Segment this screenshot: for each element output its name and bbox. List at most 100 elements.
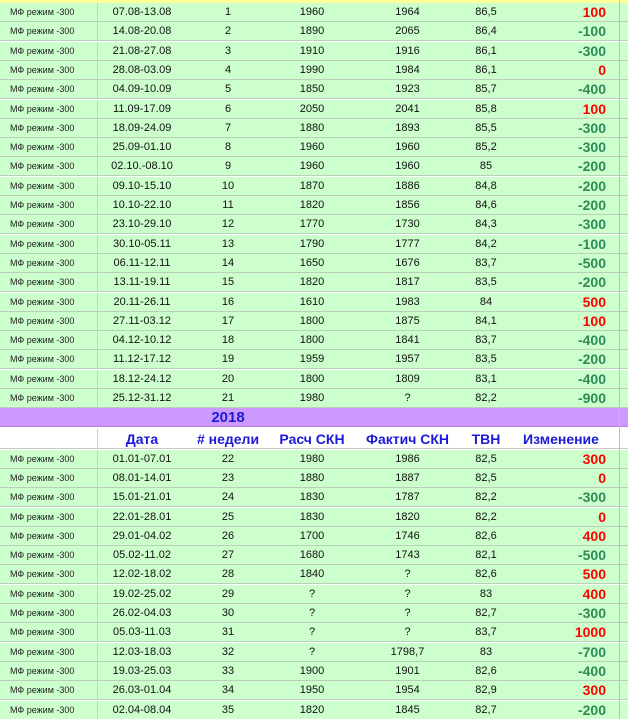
- date-range-cell[interactable]: 08.01-14.01: [98, 469, 186, 487]
- date-range-cell[interactable]: 13.11-19.11: [98, 273, 186, 291]
- calc-skn-cell[interactable]: 1830: [270, 508, 354, 526]
- week-number-cell[interactable]: 20: [186, 370, 270, 388]
- mode-label-cell[interactable]: МФ режим -300: [0, 661, 98, 680]
- fact-skn-cell[interactable]: 1875: [354, 312, 461, 330]
- mode-label-cell[interactable]: МФ режим -300: [0, 331, 98, 350]
- fact-skn-cell[interactable]: 1886: [354, 177, 461, 195]
- date-range-cell[interactable]: 27.11-03.12: [98, 312, 186, 330]
- tvn-cell[interactable]: 82,1: [461, 546, 511, 564]
- change-cell[interactable]: -500: [511, 254, 606, 272]
- week-number-cell[interactable]: 3: [186, 42, 270, 60]
- fact-skn-cell[interactable]: 1916: [354, 42, 461, 60]
- mode-label-cell[interactable]: МФ режим -300: [0, 369, 98, 388]
- tvn-cell[interactable]: 84,2: [461, 235, 511, 253]
- tvn-cell[interactable]: 82,7: [461, 701, 511, 719]
- date-range-cell[interactable]: 14.08-20.08: [98, 22, 186, 40]
- change-cell[interactable]: -200: [511, 196, 606, 214]
- calc-skn-cell[interactable]: 1800: [270, 312, 354, 330]
- change-cell[interactable]: -500: [511, 546, 606, 564]
- calc-skn-cell[interactable]: 1990: [270, 61, 354, 79]
- mode-label-cell[interactable]: МФ режим -300: [0, 99, 98, 118]
- date-range-cell[interactable]: 02.04-08.04: [98, 701, 186, 719]
- change-cell[interactable]: -300: [511, 604, 606, 622]
- date-range-cell[interactable]: 07.08-13.08: [98, 3, 186, 21]
- date-range-cell[interactable]: 11.09-17.09: [98, 100, 186, 118]
- calc-skn-cell[interactable]: 1820: [270, 273, 354, 291]
- change-cell[interactable]: -400: [511, 370, 606, 388]
- mode-label-cell[interactable]: МФ режим -300: [0, 60, 98, 79]
- mode-label-cell[interactable]: МФ режим -300: [0, 196, 98, 214]
- mode-label-cell[interactable]: МФ режим -300: [0, 253, 98, 272]
- date-range-cell[interactable]: 12.02-18.02: [98, 565, 186, 583]
- mode-label-cell[interactable]: МФ режим -300: [0, 292, 98, 311]
- fact-skn-cell[interactable]: 1957: [354, 350, 461, 368]
- tvn-cell[interactable]: 86,4: [461, 22, 511, 40]
- date-range-cell[interactable]: 26.02-04.03: [98, 604, 186, 622]
- mode-label-cell[interactable]: МФ режим -300: [0, 468, 98, 487]
- mode-label-cell[interactable]: МФ режим -300: [0, 526, 98, 545]
- date-range-cell[interactable]: 18.09-24.09: [98, 119, 186, 137]
- mode-label-cell[interactable]: МФ режим -300: [0, 350, 98, 369]
- mode-label-cell[interactable]: МФ режим -300: [0, 273, 98, 292]
- week-number-cell[interactable]: 2: [186, 22, 270, 40]
- date-range-cell[interactable]: 10.10-22.10: [98, 196, 186, 214]
- calc-skn-cell[interactable]: 1880: [270, 119, 354, 137]
- calc-skn-cell[interactable]: 1890: [270, 22, 354, 40]
- fact-skn-cell[interactable]: 1730: [354, 215, 461, 233]
- change-cell[interactable]: -200: [511, 350, 606, 368]
- week-number-cell[interactable]: 1: [186, 3, 270, 21]
- week-number-cell[interactable]: 14: [186, 254, 270, 272]
- tvn-cell[interactable]: 84: [461, 293, 511, 311]
- date-range-cell[interactable]: 04.12-10.12: [98, 331, 186, 349]
- week-number-cell[interactable]: 6: [186, 100, 270, 118]
- mode-label-cell[interactable]: МФ режим -300: [0, 565, 98, 584]
- date-range-cell[interactable]: 05.02-11.02: [98, 546, 186, 564]
- date-range-cell[interactable]: 02.10.-08.10: [98, 157, 186, 175]
- calc-skn-cell[interactable]: 1960: [270, 3, 354, 21]
- date-range-cell[interactable]: 25.09-01.10: [98, 138, 186, 156]
- week-number-cell[interactable]: 21: [186, 389, 270, 407]
- date-range-cell[interactable]: 29.01-04.02: [98, 527, 186, 545]
- fact-skn-cell[interactable]: 1901: [354, 662, 461, 680]
- change-cell[interactable]: -300: [511, 42, 606, 60]
- calc-skn-cell[interactable]: 1680: [270, 546, 354, 564]
- change-cell[interactable]: -300: [511, 119, 606, 137]
- change-cell[interactable]: -400: [511, 331, 606, 349]
- week-number-cell[interactable]: 32: [186, 643, 270, 661]
- tvn-cell[interactable]: 82,6: [461, 565, 511, 583]
- calc-skn-cell[interactable]: 1610: [270, 293, 354, 311]
- week-number-cell[interactable]: 18: [186, 331, 270, 349]
- date-range-cell[interactable]: 28.08-03.09: [98, 61, 186, 79]
- tvn-cell[interactable]: 82,6: [461, 527, 511, 545]
- date-range-cell[interactable]: 25.12-31.12: [98, 389, 186, 407]
- week-number-cell[interactable]: 23: [186, 469, 270, 487]
- tvn-cell[interactable]: 82,2: [461, 508, 511, 526]
- change-cell[interactable]: -900: [511, 389, 606, 407]
- tvn-cell[interactable]: 82,2: [461, 488, 511, 506]
- fact-skn-cell[interactable]: 1743: [354, 546, 461, 564]
- week-number-cell[interactable]: 27: [186, 546, 270, 564]
- change-cell[interactable]: -200: [511, 177, 606, 195]
- tvn-cell[interactable]: 84,8: [461, 177, 511, 195]
- week-number-cell[interactable]: 33: [186, 662, 270, 680]
- tvn-cell[interactable]: 85,2: [461, 138, 511, 156]
- change-cell[interactable]: -400: [511, 80, 606, 98]
- change-cell[interactable]: 400: [511, 527, 606, 545]
- calc-skn-cell[interactable]: 1910: [270, 42, 354, 60]
- date-range-cell[interactable]: 04.09-10.09: [98, 80, 186, 98]
- change-cell[interactable]: -100: [511, 22, 606, 40]
- tvn-cell[interactable]: 83,5: [461, 273, 511, 291]
- date-range-cell[interactable]: 09.10-15.10: [98, 177, 186, 195]
- calc-skn-cell[interactable]: ?: [270, 643, 354, 661]
- tvn-cell[interactable]: 82,5: [461, 469, 511, 487]
- mode-label-cell[interactable]: МФ режим -300: [0, 234, 98, 253]
- change-cell[interactable]: -300: [511, 215, 606, 233]
- tvn-cell[interactable]: 84,1: [461, 312, 511, 330]
- mode-label-cell[interactable]: МФ режим -300: [0, 176, 98, 195]
- fact-skn-cell[interactable]: 1817: [354, 273, 461, 291]
- tvn-cell[interactable]: 85,5: [461, 119, 511, 137]
- mode-label-cell[interactable]: МФ режим -300: [0, 642, 98, 661]
- calc-skn-cell[interactable]: 1850: [270, 80, 354, 98]
- tvn-cell[interactable]: 86,1: [461, 61, 511, 79]
- tvn-cell[interactable]: 82,7: [461, 604, 511, 622]
